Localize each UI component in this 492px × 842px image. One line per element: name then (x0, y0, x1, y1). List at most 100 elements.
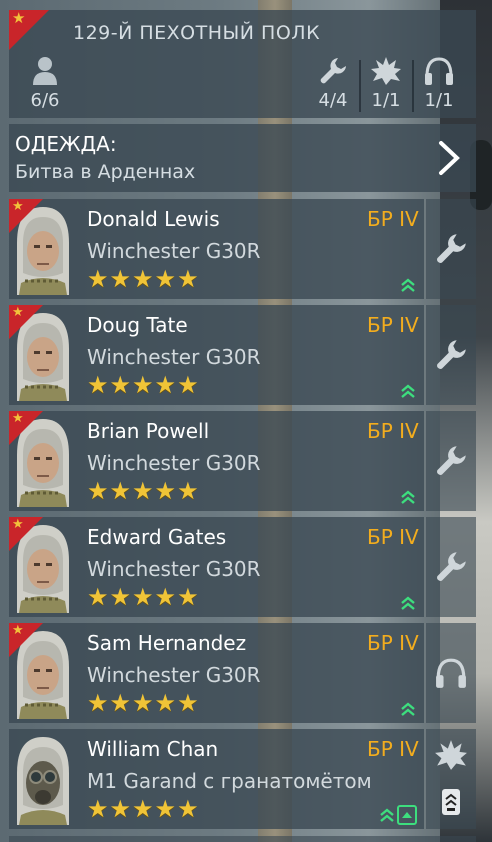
squad-size-value: 6/6 (30, 90, 60, 111)
star-icon: ★ (132, 583, 154, 611)
soldier-weapon: Winchester G30R (87, 239, 261, 263)
star-icon: ★ (154, 371, 177, 399)
soldier-rating-stars: ★ ★ ★ ★ ★ (87, 479, 199, 503)
soldier-weapon: Winchester G30R (87, 345, 261, 369)
headphones-icon (425, 57, 453, 85)
soldier-card-body: William Chan M1 Garand с гранатомётом БР I… (9, 729, 424, 829)
star-icon: ★ (87, 265, 109, 293)
soldier-card[interactable]: William Chan M1 Garand с гранатомётом БР I… (9, 729, 476, 829)
star-icon: ★ (154, 795, 177, 823)
star-icon: ★ (177, 795, 199, 823)
flag-star-icon: ★ (12, 199, 24, 214)
soldier-portrait (11, 733, 75, 825)
soldier-weapon: Winchester G30R (87, 663, 261, 687)
battle-rating: БР IV (367, 525, 419, 549)
soldier-class-slot[interactable] (426, 411, 476, 511)
soldier-name: William Chan (87, 737, 219, 761)
wrench-icon (426, 517, 476, 617)
flag-star-icon: ★ (12, 517, 24, 532)
star-icon: ★ (87, 583, 109, 611)
upgrade-available-icon[interactable] (379, 807, 395, 823)
star-icon: ★ (177, 583, 199, 611)
outfit-value: Битва в Арденнах (15, 161, 196, 183)
soldier-class-slot[interactable] (426, 517, 476, 617)
star-icon: ★ (132, 371, 154, 399)
soldier-rating-stars: ★ ★ ★ ★ ★ (87, 797, 199, 821)
divider (412, 60, 414, 112)
soldier-name: Sam Hernandez (87, 631, 247, 655)
soldier-name: Brian Powell (87, 419, 210, 443)
upgrade-available-icon[interactable] (400, 489, 416, 505)
perk-available-icon[interactable] (397, 805, 417, 825)
soldier-card[interactable]: ★ Doug Tate Winchester G30R БР IV ★ ★ ★ ★ ★ (9, 305, 476, 405)
soldier-class-slot[interactable] (426, 729, 476, 829)
rank-chevron-icon (442, 789, 460, 815)
star-icon: ★ (87, 477, 109, 505)
star-icon: ★ (87, 371, 109, 399)
wrench-icon (320, 58, 346, 84)
star-icon: ★ (177, 477, 199, 505)
star-icon: ★ (109, 477, 132, 505)
soldier-rating-stars: ★ ★ ★ ★ ★ (87, 691, 199, 715)
radio-stat: 1/1 (417, 54, 461, 114)
battle-rating: БР IV (367, 631, 419, 655)
soldier-class-slot[interactable] (426, 623, 476, 723)
divider (359, 60, 361, 112)
soldier-rating-stars: ★ ★ ★ ★ ★ (87, 585, 199, 609)
star-icon: ★ (109, 689, 132, 717)
star-icon: ★ (87, 795, 109, 823)
upgrade-available-icon[interactable] (400, 701, 416, 717)
chevron-right-icon[interactable] (436, 140, 462, 176)
star-icon: ★ (177, 371, 199, 399)
squad-header: ★ 129-Й ПЕХОТНЫЙ ПОЛК 6/6 4/4 1/1 1/1 (9, 10, 476, 118)
soldier-class-slot[interactable] (426, 305, 476, 405)
soldier-card[interactable]: ★ Sam Hernandez Winchester G30R БР IV ★ ★ ★ ★ ★ (9, 623, 476, 723)
outfit-label: ОДЕЖДА: (15, 132, 117, 156)
list-bottom-edge (9, 836, 476, 842)
soldier-rating-stars: ★ ★ ★ ★ ★ (87, 373, 199, 397)
star-icon: ★ (87, 689, 109, 717)
soldier-card-body: ★ Doug Tate Winchester G30R БР IV ★ ★ ★ ★ ★ (9, 305, 424, 405)
radio-value: 1/1 (424, 90, 454, 111)
soldier-card[interactable]: ★ Donald Lewis Winchester G30R БР IV ★ ★ ★ ★ ★ (9, 199, 476, 299)
star-icon: ★ (132, 689, 154, 717)
upgrade-available-icon[interactable] (400, 383, 416, 399)
star-icon: ★ (109, 371, 132, 399)
explosion-icon (371, 57, 401, 85)
soldier-weapon: M1 Garand с гранатомётом (87, 769, 372, 793)
star-icon: ★ (132, 795, 154, 823)
soldier-weapon: Winchester G30R (87, 557, 261, 581)
star-icon: ★ (154, 477, 177, 505)
soldier-class-slot[interactable] (426, 199, 476, 299)
soldier-card-body: ★ Sam Hernandez Winchester G30R БР IV ★ ★ ★ ★ ★ (9, 623, 424, 723)
battle-rating: БР IV (367, 419, 419, 443)
soldier-name: Edward Gates (87, 525, 227, 549)
star-icon: ★ (177, 689, 199, 717)
outfit-selector[interactable]: ОДЕЖДА: Битва в Арденнах (9, 124, 476, 192)
engineers-value: 4/4 (318, 90, 348, 111)
anti-tank-stat: 1/1 (364, 54, 408, 114)
wrench-icon (426, 305, 476, 405)
flag-star-icon: ★ (12, 305, 24, 320)
upgrade-available-icon[interactable] (400, 277, 416, 293)
soldier-name: Doug Tate (87, 313, 188, 337)
star-icon: ★ (177, 265, 199, 293)
soldier-rating-stars: ★ ★ ★ ★ ★ (87, 267, 199, 291)
wrench-icon (426, 411, 476, 511)
soldier-card-body: ★ Donald Lewis Winchester G30R БР IV ★ ★ ★ ★ ★ (9, 199, 424, 299)
upgrade-available-icon[interactable] (400, 595, 416, 611)
flag-star-icon: ★ (12, 9, 26, 27)
person-icon (33, 57, 57, 85)
wrench-icon (426, 199, 476, 299)
battle-rating: БР IV (367, 737, 419, 761)
soldier-card[interactable]: ★ Brian Powell Winchester G30R БР IV ★ ★ ★ ★ ★ (9, 411, 476, 511)
soldier-card[interactable]: ★ Edward Gates Winchester G30R БР IV ★ ★ ★ ★ ★ (9, 517, 476, 617)
star-icon: ★ (132, 477, 154, 505)
engineers-stat: 4/4 (311, 54, 355, 114)
anti-tank-value: 1/1 (371, 90, 401, 111)
star-icon: ★ (109, 795, 132, 823)
soldier-name: Donald Lewis (87, 207, 220, 231)
headphones-icon (426, 623, 476, 723)
star-icon: ★ (132, 265, 154, 293)
star-icon: ★ (154, 265, 177, 293)
